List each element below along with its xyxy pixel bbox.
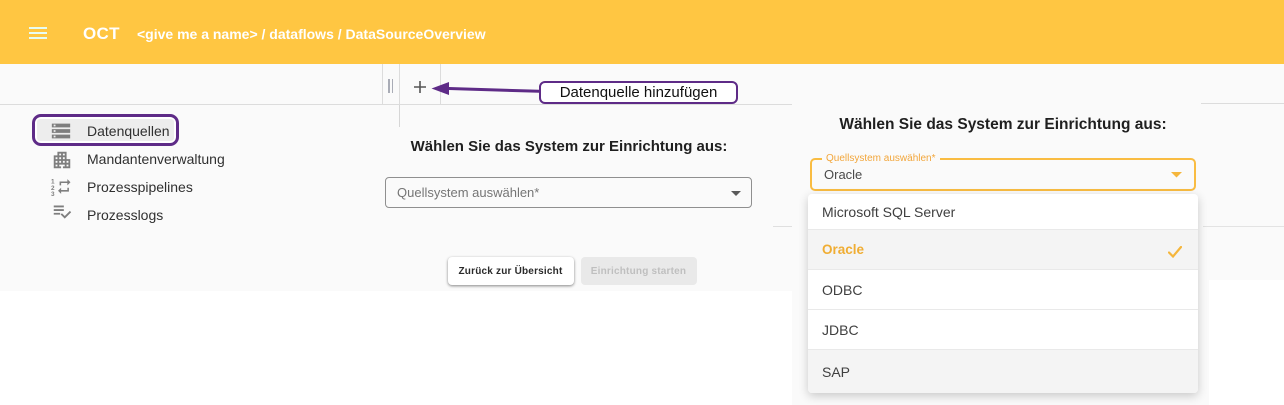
svg-text:3: 3 (51, 191, 55, 198)
